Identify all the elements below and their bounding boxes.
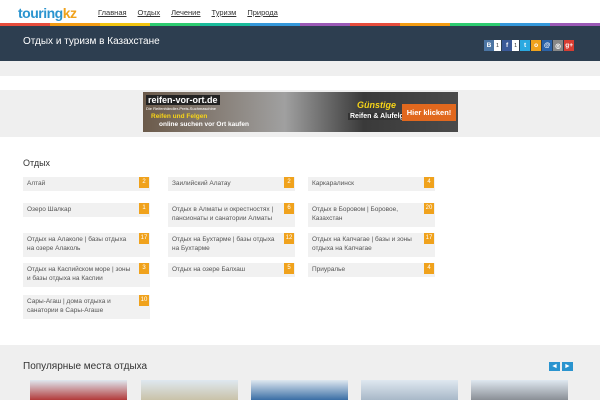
page-title: Отдых и туризм в Казахстане (23, 36, 160, 47)
category-card[interactable]: Отдых на озере Балхаш 5 (168, 263, 295, 277)
category-label: Отдых в Боровом | Боровое, Казахстан (312, 206, 398, 222)
site-logo[interactable]: touringkz (18, 5, 77, 21)
category-count-badge: 4 (424, 263, 434, 274)
category-count-badge: 10 (139, 295, 149, 306)
category-card[interactable]: Сары-Агаш | дома отдыха и санатории в Са… (23, 295, 150, 319)
section-title: Отдых (23, 158, 51, 168)
category-card[interactable]: Каркаралинск 4 (308, 177, 435, 191)
category-card[interactable]: Приуралье 4 (308, 263, 435, 277)
category-card[interactable]: Отдых на Бухтарме | базы отдыха на Бухта… (168, 233, 295, 257)
popular-carousel (0, 380, 600, 400)
category-label: Отдых на Капчагае | базы и зоны отдыха н… (312, 236, 412, 252)
category-label: Озеро Шалкар (27, 206, 72, 213)
category-label: Отдых на Бухтарме | базы отдыха на Бухта… (172, 236, 275, 252)
popular-place-thumbnail[interactable] (361, 380, 458, 400)
googleplus-icon[interactable]: g+ (564, 40, 575, 51)
twitter-icon[interactable]: t (520, 40, 531, 51)
facebook-icon: f (502, 40, 513, 51)
ad-spacer (0, 76, 600, 90)
category-count-badge: 17 (139, 233, 149, 244)
category-count-badge: 20 (424, 203, 434, 214)
nav-link-home[interactable]: Главная (98, 8, 127, 17)
ad-domain: reifen-vor-ort.de (146, 95, 220, 105)
ad-line-1: Reifen und Felgen (151, 113, 208, 120)
vk-share-button[interactable]: В 1 (484, 40, 502, 51)
category-count-badge: 17 (424, 233, 434, 244)
livejournal-icon[interactable]: ◎ (553, 40, 564, 51)
popular-title: Популярные места отдыха (23, 361, 148, 372)
page-header: Отдых и туризм в Казахстане В 1 f 1 t о @ ◎… (0, 26, 600, 61)
category-count-badge: 12 (284, 233, 294, 244)
category-count-badge: 5 (284, 263, 294, 274)
nav-link-nature[interactable]: Природа (247, 8, 277, 17)
category-card[interactable]: Алтай 2 (23, 177, 150, 191)
category-card[interactable]: Озеро Шалкар 1 (23, 203, 150, 217)
ad-banner[interactable]: reifen-vor-ort.de Die Reifenhändler-Prei… (143, 92, 458, 132)
category-count-badge: 3 (139, 263, 149, 274)
popular-place-thumbnail[interactable] (251, 380, 348, 400)
category-label: Заилийский Алатау (172, 180, 231, 187)
category-label: Отдых на Алаколе | базы отдыха на озере … (27, 236, 127, 252)
category-label: Приуралье (312, 266, 346, 273)
popular-place-thumbnail[interactable] (141, 380, 238, 400)
category-count-badge: 2 (284, 177, 294, 188)
category-count-badge: 4 (424, 177, 434, 188)
moimir-icon[interactable]: @ (542, 40, 553, 51)
main-nav: Главная Отдых Лечение Туризм Природа (98, 8, 278, 17)
popular-place-thumbnail[interactable] (30, 380, 127, 400)
ad-tagline: Die Reifenhändler-Preis-Suchmaschine (146, 106, 217, 111)
nav-link-tourism[interactable]: Туризм (212, 8, 237, 17)
next-arrow-icon[interactable]: ► (562, 362, 573, 371)
category-label: Отдых на озере Балхаш (172, 266, 246, 273)
top-bar: touringkz Главная Отдых Лечение Туризм П… (0, 0, 600, 26)
category-count-badge: 2 (139, 177, 149, 188)
category-card[interactable]: Отдых на Каспийском море | зоны и базы о… (23, 263, 150, 287)
category-card[interactable]: Заилийский Алатау 2 (168, 177, 295, 191)
category-card[interactable]: Отдых в Алматы и окрестностях | пансиона… (168, 203, 295, 227)
ad-line-2: online suchen vor Ort kaufen (159, 121, 249, 128)
category-card[interactable]: Отдых на Капчагае | базы и зоны отдыха н… (308, 233, 435, 257)
popular-place-thumbnail[interactable] (471, 380, 568, 400)
ad-cta-button[interactable]: Hier klicken! (402, 104, 456, 121)
category-label: Отдых в Алматы и окрестностях | пансиона… (172, 206, 274, 222)
category-card[interactable]: Отдых на Алаколе | базы отдыха на озере … (23, 233, 150, 257)
odnoklassniki-icon[interactable]: о (531, 40, 542, 51)
nav-link-treatment[interactable]: Лечение (171, 8, 200, 17)
ad-promo-1: Günstige (357, 100, 397, 110)
prev-arrow-icon[interactable]: ◄ (549, 362, 560, 371)
vk-share-count: 1 (494, 40, 502, 51)
category-count-badge: 6 (284, 203, 294, 214)
facebook-share-count: 1 (512, 40, 520, 51)
share-buttons: В 1 f 1 t о @ ◎ g+ (484, 40, 575, 51)
nav-link-rest[interactable]: Отдых (138, 8, 161, 17)
category-label: Сары-Агаш | дома отдыха и санатории в Са… (27, 298, 111, 314)
carousel-controls: ◄ ► (549, 362, 573, 371)
category-label: Алтай (27, 180, 46, 187)
vk-icon: В (484, 40, 494, 51)
category-card[interactable]: Отдых в Боровом | Боровое, Казахстан 20 (308, 203, 435, 227)
facebook-share-button[interactable]: f 1 (502, 40, 520, 51)
category-label: Отдых на Каспийском море | зоны и базы о… (27, 266, 131, 282)
category-label: Каркаралинск (312, 180, 354, 187)
category-count-badge: 1 (139, 203, 149, 214)
